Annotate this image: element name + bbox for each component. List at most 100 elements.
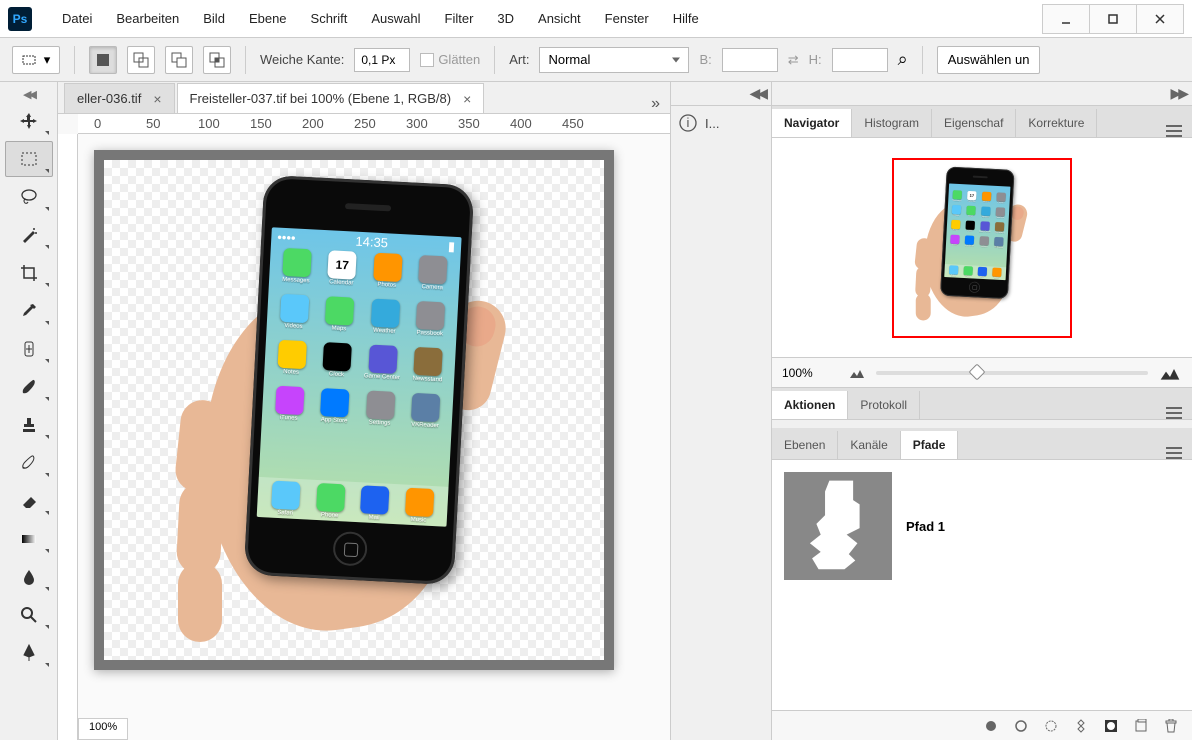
ruler-horizontal[interactable]: 0 50 100 150 200 250 300 350 400 450 (78, 114, 670, 134)
stroke-path-icon[interactable] (1014, 719, 1028, 733)
magic-wand-tool[interactable] (5, 217, 53, 253)
image-content: ••••14:35▮ Messages17CalendarPhotosCamer… (104, 160, 604, 660)
fill-path-icon[interactable] (984, 719, 998, 733)
tab-channels[interactable]: Kanäle (838, 431, 900, 459)
close-button[interactable] (1136, 4, 1184, 34)
selection-to-path-icon[interactable] (1074, 719, 1088, 733)
close-tab-icon[interactable]: × (463, 91, 471, 107)
doc-tab-1[interactable]: eller-036.tif× (64, 83, 175, 113)
path-to-selection-icon[interactable] (1044, 719, 1058, 733)
width-label: B: (699, 52, 711, 67)
lasso-tool[interactable] (5, 179, 53, 215)
menu-datei[interactable]: Datei (50, 5, 104, 32)
toolbox-collapse[interactable]: ◀◀ (0, 86, 57, 103)
tabs-overflow[interactable]: » (641, 95, 670, 113)
menu-ansicht[interactable]: Ansicht (526, 5, 593, 32)
tab-actions[interactable]: Aktionen (772, 391, 848, 419)
selection-new-button[interactable] (89, 46, 117, 74)
selection-intersect-button[interactable] (203, 46, 231, 74)
menu-filter[interactable]: Filter (433, 5, 486, 32)
zoom-value[interactable]: 100% (782, 366, 838, 380)
canvas[interactable]: ••••14:35▮ Messages17CalendarPhotosCamer… (78, 134, 670, 740)
toolbox: ◀◀ (0, 82, 58, 740)
tab-paths[interactable]: Pfade (901, 431, 959, 459)
crop-tool[interactable] (5, 255, 53, 291)
panels-collapse[interactable]: ▶▶ (1170, 85, 1186, 102)
stamp-tool[interactable] (5, 407, 53, 443)
pen-tool[interactable] (5, 635, 53, 671)
tab-adjustments[interactable]: Korrekture (1016, 109, 1097, 137)
eyedropper-tool[interactable] (5, 293, 53, 329)
delete-path-icon[interactable] (1164, 719, 1178, 733)
minimize-button[interactable] (1042, 4, 1090, 34)
panel-menu-icon[interactable] (1156, 125, 1192, 137)
panels: ▶▶ Navigator Histogram Eigenschaf Korrek… (772, 82, 1192, 740)
tab-properties[interactable]: Eigenschaf (932, 109, 1016, 137)
collapse-icon[interactable]: ◀◀ (749, 85, 765, 102)
add-mask-icon[interactable] (1104, 719, 1118, 733)
selection-add-button[interactable] (127, 46, 155, 74)
height-input (832, 48, 888, 72)
path-item[interactable]: Pfad 1 (780, 468, 1184, 584)
tab-navigator[interactable]: Navigator (772, 109, 852, 137)
navigator-body[interactable]: Messages17CalendarPhotosCameraVideosMaps… (772, 138, 1192, 358)
svg-text:i: i (687, 115, 690, 130)
zoom-in-icon[interactable] (1158, 365, 1182, 381)
options-bar: ▾ Weiche Kante: Glätten Art: Normal B: ⇄… (0, 38, 1192, 82)
close-tab-icon[interactable]: × (153, 91, 161, 107)
style-select[interactable]: Normal (539, 47, 689, 73)
window-controls (1043, 4, 1184, 34)
brush-tool[interactable] (5, 369, 53, 405)
layers-panel-tabs: Ebenen Kanäle Pfade (772, 428, 1192, 460)
panel-menu-icon[interactable] (1156, 447, 1192, 459)
navigator-panel-tabs: Navigator Histogram Eigenschaf Korrektur… (772, 106, 1192, 138)
history-brush-tool[interactable] (5, 445, 53, 481)
doc-tab-2[interactable]: Freisteller-037.tif bei 100% (Ebene 1, R… (177, 83, 485, 113)
dodge-tool[interactable] (5, 597, 53, 633)
tool-preset-picker[interactable]: ▾ (12, 46, 60, 74)
menu-fenster[interactable]: Fenster (593, 5, 661, 32)
marquee-tool[interactable] (5, 141, 53, 177)
menu-hilfe[interactable]: Hilfe (661, 5, 711, 32)
path-thumbnail (784, 472, 892, 580)
antialias-checkbox[interactable]: Glätten (420, 52, 480, 67)
style-label: Art: (509, 52, 529, 67)
healing-tool[interactable] (5, 331, 53, 367)
move-tool[interactable] (5, 103, 53, 139)
blur-tool[interactable] (5, 559, 53, 595)
height-label: H: (809, 52, 822, 67)
swap-wh-icon[interactable]: ⇄ (788, 52, 799, 68)
zoom-status[interactable]: 100% (78, 718, 128, 740)
gradient-tool[interactable] (5, 521, 53, 557)
ruler-vertical[interactable] (58, 134, 78, 740)
menubar: Ps Datei Bearbeiten Bild Ebene Schrift A… (0, 0, 1192, 38)
select-and-mask-button[interactable]: Auswählen un (937, 46, 1041, 74)
menu-3d[interactable]: 3D (485, 5, 526, 32)
menu-schrift[interactable]: Schrift (299, 5, 360, 32)
new-path-icon[interactable] (1134, 719, 1148, 733)
menu-ebene[interactable]: Ebene (237, 5, 299, 32)
navigator-thumbnail[interactable]: Messages17CalendarPhotosCameraVideosMaps… (892, 158, 1072, 338)
width-input (722, 48, 778, 72)
menu-auswahl[interactable]: Auswahl (359, 5, 432, 32)
selection-subtract-button[interactable] (165, 46, 193, 74)
workspace: ◀◀ eller-036.tif× Freisteller-037.tif be… (0, 82, 1192, 740)
zoom-slider[interactable] (876, 371, 1148, 375)
info-panel-collapsed[interactable]: i I... (671, 106, 771, 140)
menu-bild[interactable]: Bild (191, 5, 237, 32)
eraser-tool[interactable] (5, 483, 53, 519)
maximize-button[interactable] (1089, 4, 1137, 34)
artboard: ••••14:35▮ Messages17CalendarPhotosCamer… (94, 150, 614, 670)
tab-layers[interactable]: Ebenen (772, 431, 838, 459)
search-icon[interactable]: ⌕ (898, 49, 908, 70)
feather-input[interactable] (354, 48, 410, 72)
panel-menu-icon[interactable] (1156, 407, 1192, 419)
collapsed-panels: ◀◀ i I... (670, 82, 772, 740)
tab-history[interactable]: Protokoll (848, 391, 920, 419)
paths-panel-body[interactable]: Pfad 1 (772, 460, 1192, 710)
zoom-out-icon[interactable] (848, 367, 866, 379)
canvas-wrap: 0 50 100 150 200 250 300 350 400 450 (58, 114, 670, 740)
document-tabs: eller-036.tif× Freisteller-037.tif bei 1… (58, 82, 670, 114)
menu-bearbeiten[interactable]: Bearbeiten (104, 5, 191, 32)
tab-histogram[interactable]: Histogram (852, 109, 932, 137)
